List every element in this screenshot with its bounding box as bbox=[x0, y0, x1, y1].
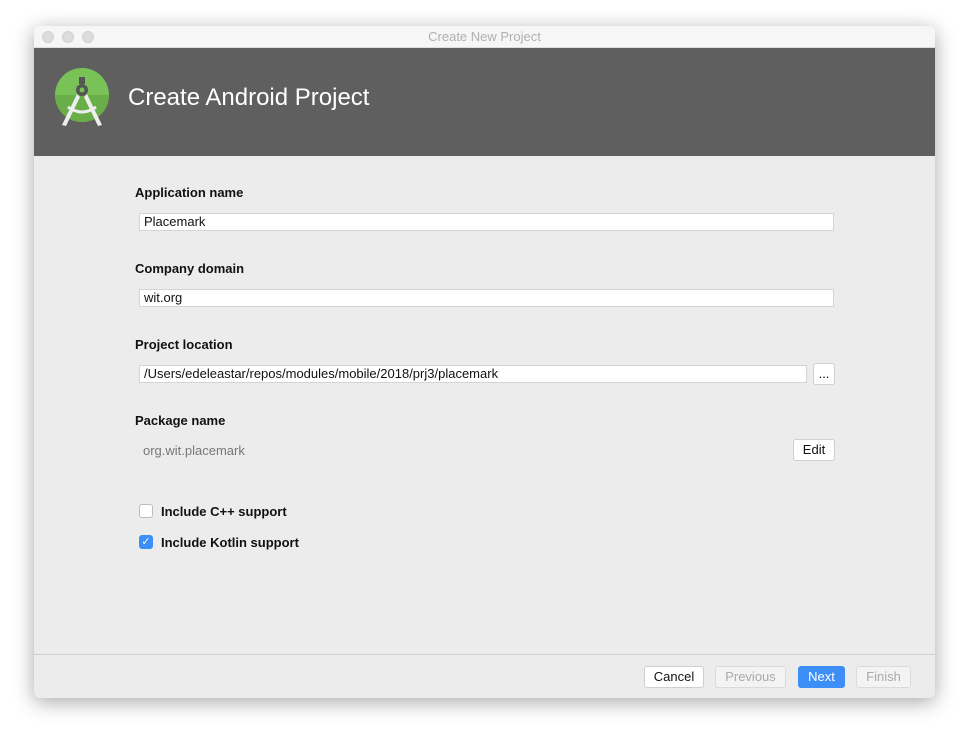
zoom-button[interactable] bbox=[82, 31, 94, 43]
title-bar: Create New Project bbox=[34, 26, 935, 48]
location-input[interactable]: /Users/edeleastar/repos/modules/mobile/2… bbox=[139, 365, 807, 383]
create-project-window: Create New Project Create Android Projec… bbox=[34, 26, 935, 698]
app-name-input[interactable]: Placemark bbox=[139, 213, 834, 231]
footer-divider bbox=[34, 654, 935, 655]
minimize-button[interactable] bbox=[62, 31, 74, 43]
android-studio-logo-icon bbox=[55, 68, 109, 126]
domain-label: Company domain bbox=[135, 261, 245, 276]
cpp-checkbox[interactable] bbox=[139, 504, 153, 518]
edit-package-button[interactable]: Edit bbox=[793, 439, 835, 461]
close-button[interactable] bbox=[42, 31, 54, 43]
header: Create Android Project bbox=[34, 48, 935, 156]
package-label: Package name bbox=[135, 413, 226, 428]
check-icon: ✓ bbox=[141, 536, 151, 548]
domain-input[interactable]: wit.org bbox=[139, 289, 834, 307]
finish-button[interactable]: Finish bbox=[856, 666, 911, 688]
cpp-label[interactable]: Include C++ support bbox=[161, 504, 287, 519]
page-title: Create Android Project bbox=[128, 84, 370, 111]
package-value: org.wit.placemark bbox=[143, 443, 245, 458]
app-name-label: Application name bbox=[135, 185, 244, 200]
cancel-button[interactable]: Cancel bbox=[644, 666, 704, 688]
kotlin-checkbox[interactable]: ✓ bbox=[139, 535, 153, 549]
window-title: Create New Project bbox=[428, 29, 541, 44]
previous-button[interactable]: Previous bbox=[715, 666, 786, 688]
browse-button[interactable]: ... bbox=[813, 363, 835, 385]
kotlin-label[interactable]: Include Kotlin support bbox=[161, 535, 299, 550]
location-label: Project location bbox=[135, 337, 233, 352]
next-button[interactable]: Next bbox=[798, 666, 845, 688]
